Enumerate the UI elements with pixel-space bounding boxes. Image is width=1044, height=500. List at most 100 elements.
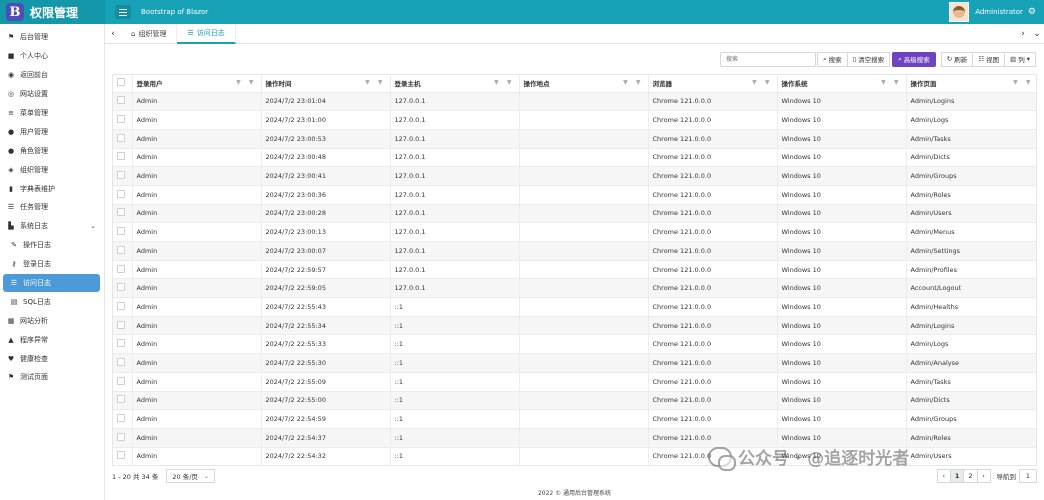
row-checkbox-cell[interactable] (113, 372, 133, 392)
row-checkbox-cell[interactable] (113, 92, 133, 112)
row-checkbox[interactable] (117, 245, 125, 254)
sidebar-item-access-logs[interactable]: ☰ 访问日志 (3, 273, 100, 293)
search-button[interactable]: ⌕ 搜索 (816, 51, 848, 67)
page-2-button[interactable]: 2 (963, 469, 978, 483)
row-checkbox[interactable] (117, 301, 125, 310)
table-row[interactable]: Admin 2024/7/2 23:00:53 127.0.0.1 Chrome 12… (113, 129, 1036, 149)
row-checkbox-cell[interactable] (113, 260, 133, 280)
row-checkbox-cell[interactable] (113, 166, 133, 186)
filter-icon[interactable]: ▼ ▼ (365, 79, 385, 86)
table-row[interactable]: Admin 2024/7/2 23:00:48 127.0.0.1 Chrome 12… (113, 148, 1036, 168)
tab-groups[interactable]: ⌂ 组织管理 (121, 23, 178, 44)
filter-icon[interactable]: ▼ ▼ (623, 79, 643, 86)
row-checkbox[interactable] (117, 451, 125, 460)
tab-scroll-right-button[interactable]: › (1016, 29, 1030, 39)
row-checkbox[interactable] (117, 208, 125, 217)
sidebar-item-healths[interactable]: ♥ 健康检查 (0, 349, 104, 368)
select-all-checkbox-cell[interactable] (113, 75, 133, 93)
column-header[interactable]: 操作页面 ▼ ▼ (906, 75, 1036, 93)
username[interactable]: Administrator (975, 8, 1023, 16)
row-checkbox-cell[interactable] (113, 428, 133, 448)
table-row[interactable]: Admin 2024/7/2 22:55:34::1 Chrome 121.0.0.… (113, 316, 1036, 336)
columns-button[interactable]: ▥ 列 ▾ (1004, 51, 1036, 67)
column-header[interactable]: 登录用户 ▼ ▼ (132, 75, 262, 93)
sidebar-item-dicts[interactable]: ▮ 字典表维护 (0, 179, 104, 198)
table-row[interactable]: Admin 2024/7/2 22:55:09::1 Chrome 121.0.0.… (113, 372, 1036, 392)
row-checkbox-cell[interactable] (113, 110, 133, 130)
row-checkbox-cell[interactable] (113, 185, 133, 205)
row-checkbox-cell[interactable] (113, 297, 133, 317)
row-checkbox[interactable] (117, 189, 125, 198)
row-checkbox[interactable] (117, 171, 125, 180)
goto-page-input[interactable]: 1 (1019, 469, 1037, 483)
table-row[interactable]: Admin 2024/7/2 23:00:41 127.0.0.1 Chrome 12… (113, 166, 1036, 186)
row-checkbox[interactable] (117, 283, 125, 292)
avatar[interactable] (949, 2, 970, 22)
row-checkbox[interactable] (117, 414, 125, 423)
page-size-select[interactable]: 20 条/页 ⌄ (166, 469, 215, 483)
row-checkbox[interactable] (117, 339, 125, 348)
table-row[interactable]: Admin 2024/7/2 22:59:05 127.0.0.1 Chrome 12… (113, 278, 1036, 299)
column-header[interactable]: 操作系统 ▼ ▼ (777, 75, 907, 93)
row-checkbox-cell[interactable] (113, 334, 133, 355)
prev-page-button[interactable]: ‹ (936, 469, 951, 483)
table-row[interactable]: Admin 2024/7/2 22:59:57 127.0.0.1 Chrome 12… (113, 260, 1036, 280)
tab-access-logs[interactable]: ☰ 访问日志 (177, 23, 236, 44)
tab-scroll-left-button[interactable]: ‹ (105, 29, 121, 39)
tab-dropdown-button[interactable]: ⌄ (1030, 29, 1044, 39)
row-checkbox-cell[interactable] (113, 148, 133, 168)
row-checkbox[interactable] (117, 133, 125, 142)
sidebar-item-test[interactable]: ⚑ 测试页面 (0, 368, 104, 387)
table-row[interactable]: Admin 2024/7/2 22:55:00::1 Chrome 121.0.0.… (113, 391, 1036, 411)
row-checkbox[interactable] (117, 432, 125, 441)
table-row[interactable]: Admin 2024/7/2 23:00:28 127.0.0.1 Chrome 12… (113, 204, 1036, 224)
table-row[interactable]: Admin 2024/7/2 22:54:59::1 Chrome 121.0.0.… (113, 409, 1036, 429)
table-row[interactable]: Admin 2024/7/2 23:00:13 127.0.0.1 Chrome 12… (113, 222, 1036, 242)
page-1-button[interactable]: 1 (949, 469, 965, 483)
sidebar-item-tasks[interactable]: ☰ 任务管理 (0, 198, 104, 217)
filter-icon[interactable]: ▼ ▼ (236, 79, 256, 86)
view-button[interactable]: ☷ 视图 (972, 51, 1006, 67)
table-row[interactable]: Admin 2024/7/2 23:00:36 127.0.0.1 Chrome 12… (113, 185, 1036, 205)
row-checkbox[interactable] (117, 320, 125, 329)
row-checkbox-cell[interactable] (113, 278, 133, 299)
table-row[interactable]: Admin 2024/7/2 23:00:07 127.0.0.1 Chrome 12… (113, 241, 1036, 261)
row-checkbox[interactable] (117, 96, 125, 105)
row-checkbox-cell[interactable] (113, 391, 133, 411)
sidebar-item-exceptions[interactable]: ▲ 程序异常 (0, 330, 104, 349)
column-header[interactable]: 登录主机 ▼ ▼ (390, 75, 520, 93)
next-page-button[interactable]: › (976, 469, 991, 483)
table-row[interactable]: Admin 2024/7/2 23:01:00 127.0.0.1 Chrome 12… (113, 110, 1036, 130)
row-checkbox[interactable] (117, 115, 125, 124)
select-all-checkbox[interactable] (117, 78, 125, 87)
filter-icon[interactable]: ▼ ▼ (881, 79, 901, 86)
row-checkbox-cell[interactable] (113, 316, 133, 336)
clear-search-button[interactable]: ▯ 清空搜索 (846, 51, 891, 67)
sidebar-item-admin[interactable]: ⚑ 后台管理 (0, 28, 104, 47)
sidebar-item-settings[interactable]: ◎ 网站设置 (0, 85, 104, 104)
settings-gear-icon[interactable]: ⚙ (1028, 7, 1036, 17)
table-row[interactable]: Admin 2024/7/2 22:55:33::1 Chrome 121.0.0.… (113, 334, 1036, 355)
column-header[interactable]: 操作时间 ▼ ▼ (261, 75, 391, 93)
row-checkbox-cell[interactable] (113, 222, 133, 242)
sidebar-item-system-logs[interactable]: ▙ 系统日志 ⌄ (0, 217, 104, 236)
advanced-search-button[interactable]: ⌕ 高级搜索 (892, 51, 936, 67)
row-checkbox[interactable] (117, 376, 125, 385)
sidebar-item-analyse[interactable]: ▦ 网站分析 (0, 311, 104, 330)
filter-icon[interactable]: ▼ ▼ (1013, 79, 1033, 86)
row-checkbox-cell[interactable] (113, 129, 133, 149)
table-row[interactable]: Admin 2024/7/2 23:01:04 127.0.0.1 Chrome 12… (113, 92, 1036, 112)
sidebar-item-profile[interactable]: ■ 个人中心 (0, 47, 104, 66)
search-input[interactable] (719, 51, 816, 67)
menu-toggle-button[interactable] (115, 5, 131, 19)
table-row[interactable]: Admin 2024/7/2 22:55:30::1 Chrome 121.0.0.… (113, 353, 1036, 373)
row-checkbox[interactable] (117, 395, 125, 404)
sidebar-item-frontend[interactable]: ◉ 返回前台 (0, 66, 104, 85)
sidebar-item-groups[interactable]: ◈ 组织管理 (0, 160, 104, 179)
table-row[interactable]: Admin 2024/7/2 22:55:43::1 Chrome 121.0.0.… (113, 297, 1036, 317)
sidebar-item-operation-logs[interactable]: ✎ 操作日志 (0, 236, 104, 255)
sidebar-item-sql-logs[interactable]: ▤ SQL日志 (0, 292, 104, 311)
row-checkbox[interactable] (117, 227, 125, 236)
brand[interactable]: B 权限管理 (0, 0, 105, 24)
row-checkbox-cell[interactable] (113, 409, 133, 429)
